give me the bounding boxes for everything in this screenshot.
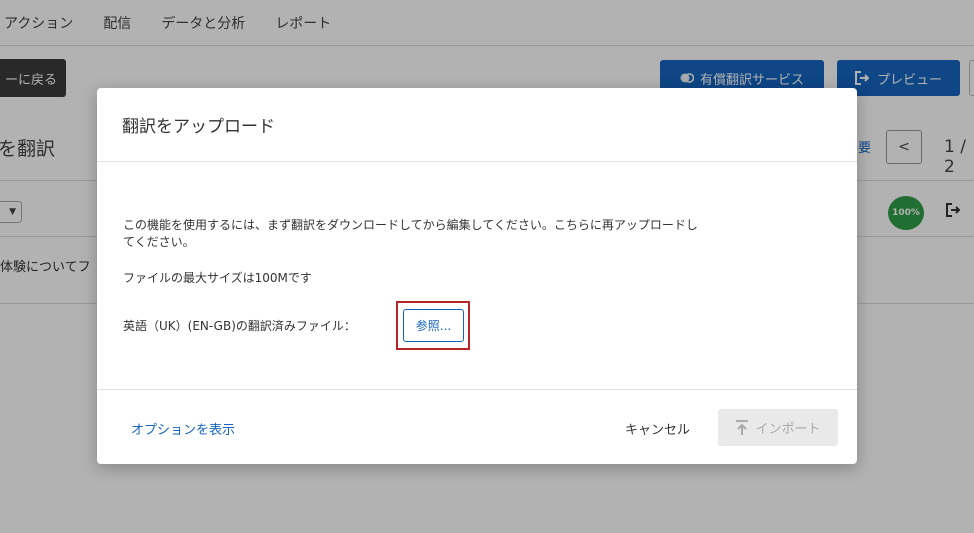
browse-button[interactable]: 参照... bbox=[403, 309, 464, 342]
import-button[interactable]: インポート bbox=[718, 409, 838, 446]
dialog-title: 翻訳をアップロード bbox=[122, 117, 275, 137]
upload-translation-dialog: 翻訳をアップロード この機能を使用するには、まず翻訳をダウンロードしてから編集し… bbox=[97, 88, 857, 464]
dialog-description: この機能を使用するには、まず翻訳をダウンロードしてから編集してください。こちらに… bbox=[123, 218, 698, 249]
cancel-button[interactable]: キャンセル bbox=[625, 419, 690, 438]
translated-file-label: 英語（UK）(EN-GB)の翻訳済みファイル： bbox=[123, 319, 356, 333]
import-label: インポート bbox=[755, 422, 821, 437]
upload-icon bbox=[735, 419, 749, 436]
dialog-header: 翻訳をアップロード bbox=[97, 88, 857, 162]
dialog-description-block: この機能を使用するには、まず翻訳をダウンロードしてから編集してください。こちらに… bbox=[123, 217, 703, 251]
show-options-link[interactable]: オプションを表示 bbox=[131, 419, 235, 438]
max-file-size-text: ファイルの最大サイズは100Mです bbox=[123, 271, 312, 285]
dialog-footer: オプションを表示 キャンセル インポート bbox=[97, 389, 857, 464]
